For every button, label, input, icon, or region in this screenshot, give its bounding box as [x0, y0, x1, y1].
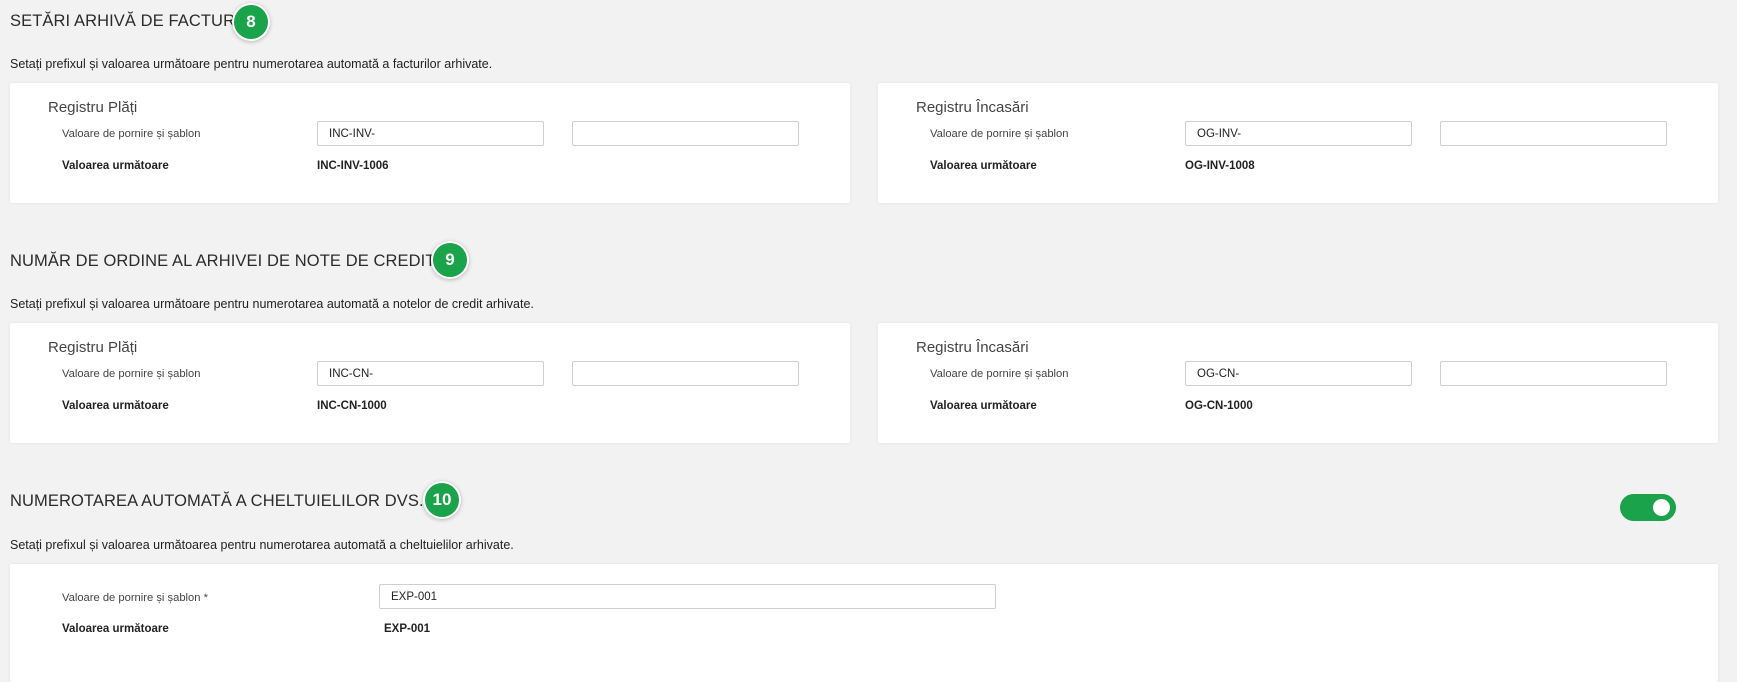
start-value-label: Valoare de pornire și șablon — [62, 128, 201, 140]
section-title: NUMEROTAREA AUTOMATĂ A CHELTUIELILOR DVS… — [10, 492, 424, 510]
next-value-label: Valoarea următoare — [930, 400, 1037, 412]
step-badge: 8 — [234, 5, 268, 39]
expense-start-input[interactable] — [379, 584, 996, 609]
card-title: Registru Plăți — [48, 339, 138, 356]
next-value: INC-CN-1000 — [317, 400, 387, 412]
prefix-input[interactable] — [1185, 361, 1412, 386]
start-number-input[interactable] — [1440, 361, 1667, 386]
prefix-input[interactable] — [317, 361, 544, 386]
card-title: Registru Încasări — [916, 339, 1029, 356]
card-expense-settings: Valoare de pornire și șablon * Valoarea … — [10, 564, 1718, 682]
next-value-label: Valoarea următoare — [930, 160, 1037, 172]
next-value: OG-INV-1008 — [1185, 160, 1255, 172]
toggle-knob — [1653, 499, 1670, 516]
card-registru-plati: Registru Plăți Valoare de pornire și șab… — [10, 323, 850, 443]
next-value: OG-CN-1000 — [1185, 400, 1253, 412]
start-number-input[interactable] — [572, 361, 799, 386]
next-value: INC-INV-1006 — [317, 160, 389, 172]
next-value-label: Valoarea următoare — [62, 623, 169, 635]
card-title: Registru Plăți — [48, 99, 138, 116]
start-number-input[interactable] — [572, 121, 799, 146]
next-value-label: Valoarea următoare — [62, 160, 169, 172]
card-registru-plati: Registru Plăți Valoare de pornire și șab… — [10, 83, 850, 203]
section-title: SETĂRI ARHIVĂ DE FACTURI — [10, 12, 240, 30]
card-title: Registru Încasări — [916, 99, 1029, 116]
step-badge: 10 — [425, 483, 459, 517]
start-value-label: Valoare de pornire și șablon * — [62, 592, 208, 604]
section-description: Setați prefixul și valoarea următoare pe… — [10, 57, 493, 71]
card-registru-incasari: Registru Încasări Valoare de pornire și … — [878, 323, 1718, 443]
step-badge: 9 — [433, 243, 467, 277]
section-title: NUMĂR DE ORDINE AL ARHIVEI DE NOTE DE CR… — [10, 252, 436, 270]
section-description: Setați prefixul și valoarea următoare pe… — [10, 297, 534, 311]
start-number-input[interactable] — [1440, 121, 1667, 146]
next-value: EXP-001 — [384, 623, 431, 635]
start-value-label: Valoare de pornire și șablon — [930, 128, 1069, 140]
prefix-input[interactable] — [1185, 121, 1412, 146]
auto-numbering-toggle[interactable] — [1620, 494, 1676, 521]
start-value-label: Valoare de pornire și șablon — [62, 368, 201, 380]
next-value-label: Valoarea următoare — [62, 400, 169, 412]
prefix-input[interactable] — [317, 121, 544, 146]
section-description: Setați prefixul și valoarea următoarea p… — [10, 538, 514, 552]
start-value-label: Valoare de pornire și șablon — [930, 368, 1069, 380]
card-registru-incasari: Registru Încasări Valoare de pornire și … — [878, 83, 1718, 203]
